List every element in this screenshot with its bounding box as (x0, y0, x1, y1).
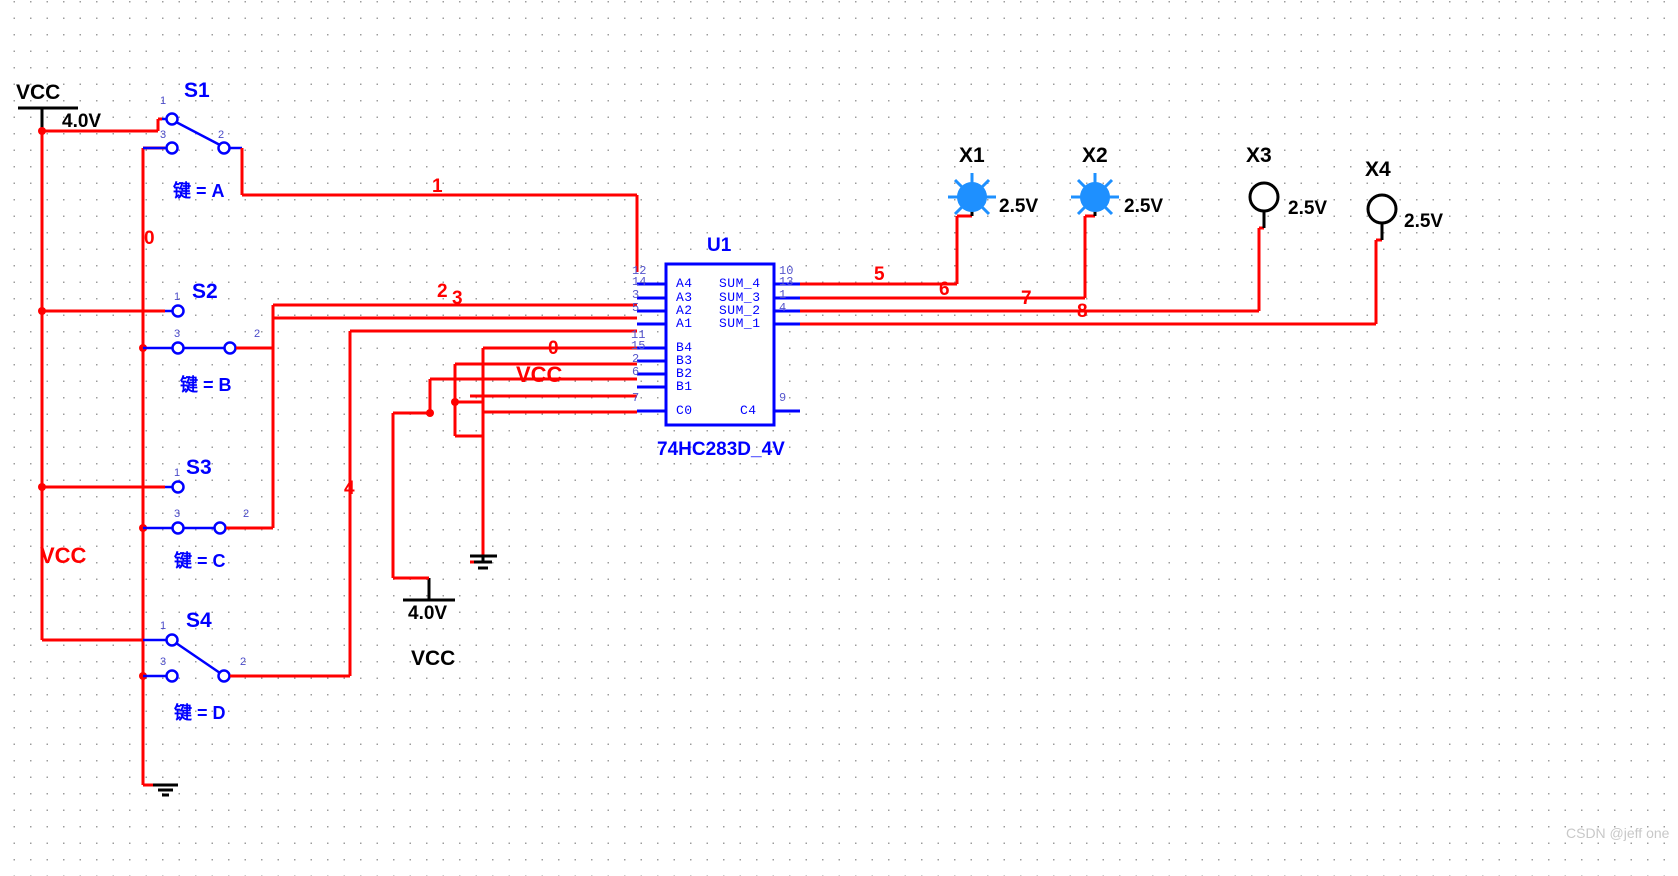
vcc-top-voltage: 4.0V (62, 111, 102, 132)
ic-pin-name-a4: A4 (676, 276, 693, 291)
ic-pin-number-b2: 6 (632, 365, 640, 379)
net-label-0b: 0 (548, 338, 559, 359)
junction-dot (38, 127, 46, 135)
switch-s3-term-1: 1 (174, 467, 181, 479)
ic-pin-number-a3: 3 (632, 288, 640, 302)
switch-s2-term-2: 2 (254, 328, 261, 340)
lamp-x4[interactable] (1366, 193, 1398, 240)
switch-s3-term-2: 2 (243, 508, 250, 520)
ic-pin-marker-9: 9 (779, 391, 787, 405)
lamp-x2-voltage: 2.5V (1124, 196, 1164, 217)
lamp-x1[interactable] (948, 173, 996, 216)
ic-pin-name-a1: A1 (676, 316, 693, 331)
switch-s4-term-2: 2 (240, 656, 247, 668)
lamp-x1-ref: X1 (959, 144, 985, 167)
switch-s1-term-2: 2 (218, 129, 225, 141)
switch-s1-term-3: 3 (160, 129, 167, 141)
ic-pin-name-c4: C4 (740, 403, 757, 418)
ic-pin-number-sum2: 4 (779, 301, 787, 315)
switch-s4-term-3: 3 (160, 656, 167, 668)
ic-part-number: 74HC283D_4V (657, 439, 785, 460)
net-label-0a: 0 (144, 228, 155, 249)
lamp-x3-ref: X3 (1246, 144, 1272, 167)
net-label-2: 2 (437, 281, 448, 302)
net-label-4: 4 (344, 478, 355, 499)
watermark: CSDN @jeff one (1566, 825, 1670, 841)
ic-pin-name-sum4: SUM_4 (719, 276, 761, 291)
switch-s2-key: 键 = B (180, 375, 232, 395)
switch-s4-term-1: 1 (160, 620, 167, 632)
ic-pin-number-sum4: 13 (779, 275, 794, 289)
b-input-network (391, 346, 637, 602)
switch-s4-key: 键 = D (174, 703, 226, 723)
vcc-rail-left (40, 119, 165, 676)
junction-dot (38, 307, 46, 315)
vcc-top-label: VCC (16, 81, 61, 104)
net-label-3: 3 (452, 288, 463, 309)
switch-s2-ref: S2 (192, 280, 218, 303)
switch-s3-key: 键 = C (174, 551, 226, 571)
switch-s2-term-1: 1 (174, 291, 181, 303)
switch-s1-ref: S1 (184, 79, 210, 102)
net-label-6: 6 (939, 279, 950, 300)
vcc-bottom-voltage: 4.0V (408, 603, 448, 624)
net-label-7: 7 (1021, 288, 1032, 309)
lamp-x2-ref: X2 (1082, 144, 1108, 167)
schematic-canvas: VCC 4.0V VCC S1 键 = A 1 3 2 S2 键 = B 1 3… (0, 0, 1678, 876)
switch-s3-term-3: 3 (174, 508, 181, 520)
switch-s1-term-1: 1 (160, 95, 167, 107)
lamp-x3-voltage: 2.5V (1288, 198, 1328, 219)
ic-pin-number-sum3: 1 (779, 288, 787, 302)
ic-pin-name-b1: B1 (676, 379, 693, 394)
net-label-1: 1 (432, 176, 443, 197)
ic-pin-number-b4: 15 (631, 339, 646, 353)
ic-pin-number-a2: 5 (632, 301, 640, 315)
ic-pin-number-b3: 2 (632, 352, 640, 366)
vcc-mid-label: VCC (516, 362, 563, 387)
ic-reference: U1 (707, 235, 732, 256)
ic-pin-name-c0: C0 (676, 403, 693, 418)
output-nets (800, 214, 1382, 326)
schematic-drawing (18, 106, 1398, 797)
switch-s3-ref: S3 (186, 456, 212, 479)
net-label-8: 8 (1077, 301, 1088, 322)
vcc-left-label: VCC (40, 543, 87, 568)
vcc-bottom-label: VCC (411, 647, 456, 670)
net-label-5: 5 (874, 264, 885, 285)
lamp-x4-voltage: 2.5V (1404, 211, 1444, 232)
switch-s4-ref: S4 (186, 609, 212, 632)
ic-pin-number-a4: 14 (632, 275, 647, 289)
lamp-x4-ref: X4 (1365, 158, 1391, 181)
switch-s2-term-3: 3 (174, 328, 181, 340)
ic-pin-name-sum1: SUM_1 (719, 316, 761, 331)
switch-s1-key: 键 = A (173, 181, 225, 201)
ic-pin-marker-7: 7 (632, 391, 640, 405)
lamp-x3[interactable] (1248, 181, 1280, 228)
switch-s3[interactable] (143, 303, 637, 535)
lamp-x1-voltage: 2.5V (999, 196, 1039, 217)
lamp-x2[interactable] (1071, 173, 1119, 216)
junction-dot (38, 483, 46, 491)
